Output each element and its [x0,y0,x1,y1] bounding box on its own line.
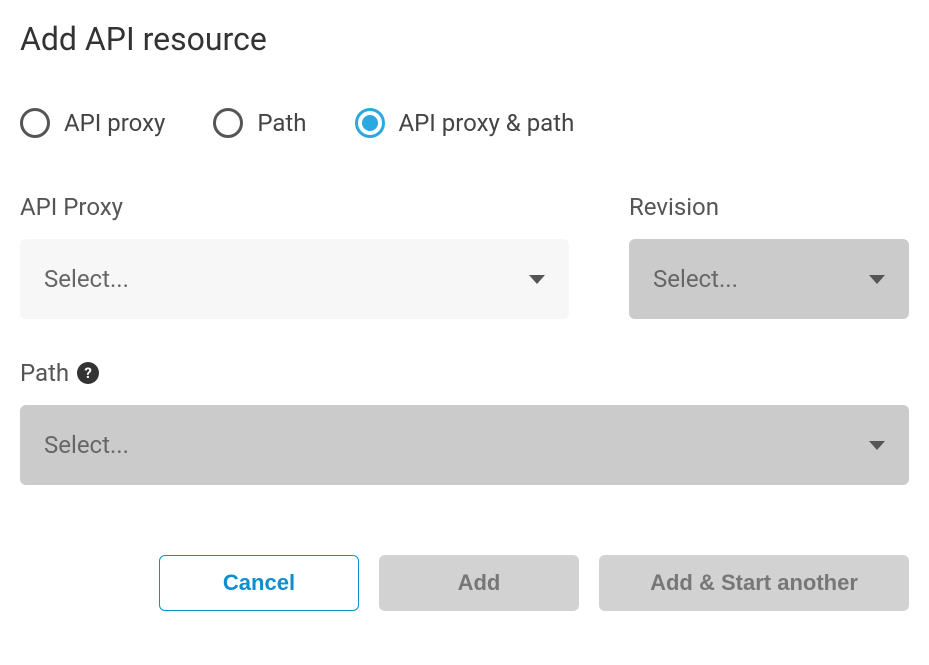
chevron-down-icon [869,275,885,284]
radio-api-proxy-label: API proxy [64,109,165,137]
resource-type-radio-group: API proxy Path API proxy & path [20,108,909,138]
api-proxy-label: API Proxy [20,193,569,221]
revision-select[interactable]: Select... [629,239,909,319]
chevron-down-icon [869,441,885,450]
path-select[interactable]: Select... [20,405,909,485]
help-icon[interactable]: ? [77,362,99,384]
api-proxy-field: API Proxy Select... [20,193,569,319]
cancel-button[interactable]: Cancel [159,555,359,611]
radio-path[interactable]: Path [213,108,306,138]
radio-checked-icon [355,108,385,138]
revision-label: Revision [629,193,909,221]
api-proxy-select[interactable]: Select... [20,239,569,319]
revision-select-value: Select... [653,265,738,293]
path-label-row: Path ? [20,359,909,387]
path-select-value: Select... [44,431,129,459]
radio-api-proxy-path[interactable]: API proxy & path [355,108,575,138]
page-title: Add API resource [20,20,909,58]
path-label: Path [20,359,69,387]
add-start-another-button[interactable]: Add & Start another [599,555,909,611]
api-proxy-select-value: Select... [44,265,129,293]
radio-unchecked-icon [20,108,50,138]
add-button[interactable]: Add [379,555,579,611]
chevron-down-icon [529,275,545,284]
radio-api-proxy[interactable]: API proxy [20,108,165,138]
radio-unchecked-icon [213,108,243,138]
radio-api-proxy-path-label: API proxy & path [399,109,575,137]
path-field: Path ? Select... [20,359,909,485]
action-buttons: Cancel Add Add & Start another [20,555,909,611]
radio-path-label: Path [257,109,306,137]
revision-field: Revision Select... [629,193,909,319]
